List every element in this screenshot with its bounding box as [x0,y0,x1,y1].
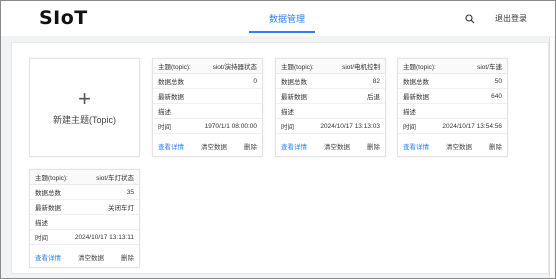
new-topic-label: 新建主题(Topic) [52,115,116,125]
topic-label: 主题(topic): [35,175,68,182]
tab-data-management[interactable]: 数据管理 [259,12,315,25]
topic-card: 主题(topic): siot/演持器状态 数据总数 0 最新数据 描述 时间 … [152,58,263,157]
topic-name: siot/电机控制 [342,64,380,71]
row-label: 时间 [281,124,294,131]
top-header: SIoT 数据管理 退出登录 [1,1,555,36]
topic-name: siot/车灯状态 [96,175,134,182]
row-data-count: 数据总数 50 [398,74,507,89]
new-topic-card[interactable]: + 新建主题(Topic) [29,58,140,157]
row-value: 0 [253,77,257,85]
row-label: 描述 [403,109,416,116]
clear-data-button[interactable]: 清空数据 [446,141,472,151]
card-actions: 查看详情 清空数据 删除 [153,134,262,158]
vertical-scrollbar[interactable] [549,37,554,277]
view-details-link[interactable]: 查看详情 [281,141,307,151]
row-label: 数据总数 [158,79,184,86]
delete-button[interactable]: 删除 [244,141,257,151]
row-label: 最新数据 [281,94,307,101]
view-details-link[interactable]: 查看详情 [35,252,61,262]
row-time: 时间 1970/1/1 08:00:00 [153,119,262,134]
row-value: 35 [126,188,134,196]
card-header: 主题(topic): siot/演持器状态 [153,59,262,74]
row-description: 描述 [30,215,139,230]
row-value: 1970/1/1 08:00:00 [204,122,257,130]
topic-card: 主题(topic): siot/车灯状态 数据总数 35 最新数据 关闭车灯 描… [29,169,140,268]
row-label: 最新数据 [403,94,429,101]
row-label: 时间 [158,124,171,131]
row-description: 描述 [153,104,262,119]
row-latest-data: 最新数据 [153,89,262,104]
siot-logo: SIoT [39,7,88,29]
topic-label: 主题(topic): [403,64,436,71]
row-label: 时间 [403,124,416,131]
topic-label: 主题(topic): [158,64,191,71]
row-data-count: 数据总数 0 [153,74,262,89]
row-value: 2024/10/17 13:13:11 [74,233,134,241]
row-latest-data: 最新数据 640 [398,89,507,104]
row-label: 最新数据 [35,205,61,212]
row-value: 82 [372,77,380,85]
row-value: 后退 [367,94,380,101]
delete-button[interactable]: 删除 [367,141,380,151]
view-details-link[interactable]: 查看详情 [158,141,184,151]
card-header: 主题(topic): siot/车速 [398,59,507,74]
row-time: 时间 2024/10/17 13:54:56 [398,119,507,134]
plus-icon: + [78,86,91,111]
card-header: 主题(topic): siot/电机控制 [276,59,385,74]
delete-button[interactable]: 删除 [489,141,502,151]
clear-data-button[interactable]: 清空数据 [78,252,104,262]
row-data-count: 数据总数 35 [30,185,139,200]
row-description: 描述 [276,104,385,119]
row-value: 2024/10/17 13:13:03 [320,122,380,130]
row-time: 时间 2024/10/17 13:13:11 [30,230,139,245]
row-label: 时间 [35,235,48,242]
card-actions: 查看详情 清空数据 删除 [398,134,507,158]
card-header: 主题(topic): siot/车灯状态 [30,170,139,185]
row-value: 640 [491,92,502,100]
row-latest-data: 最新数据 关闭车灯 [30,200,139,215]
topic-name: siot/演持器状态 [212,64,257,71]
app-window: SIoT 数据管理 退出登录 + 新建主题(Topic) 主题(topic): … [0,0,556,279]
row-label: 数据总数 [35,190,61,197]
search-icon[interactable] [465,14,475,24]
row-description: 描述 [398,104,507,119]
clear-data-button[interactable]: 清空数据 [324,141,350,151]
clear-data-button[interactable]: 清空数据 [201,141,227,151]
row-label: 数据总数 [281,79,307,86]
topic-card: 主题(topic): siot/车速 数据总数 50 最新数据 640 描述 时… [397,58,508,157]
logout-button[interactable]: 退出登录 [495,13,527,24]
row-label: 数据总数 [403,79,429,86]
topic-name: siot/车速 [477,64,502,71]
row-label: 描述 [158,109,171,116]
row-data-count: 数据总数 82 [276,74,385,89]
row-time: 时间 2024/10/17 13:13:03 [276,119,385,134]
row-label: 最新数据 [158,94,184,101]
card-actions: 查看详情 清空数据 删除 [276,134,385,158]
topic-label: 主题(topic): [281,64,314,71]
row-value: 50 [494,77,502,85]
delete-button[interactable]: 删除 [121,252,134,262]
topic-card: 主题(topic): siot/电机控制 数据总数 82 最新数据 后退 描述 … [275,58,386,157]
row-value: 关闭车灯 [108,205,134,212]
active-tab-indicator [249,31,315,33]
view-details-link[interactable]: 查看详情 [403,141,429,151]
card-actions: 查看详情 清空数据 删除 [30,245,139,269]
row-value: 2024/10/17 13:54:56 [442,122,502,130]
row-label: 描述 [281,109,294,116]
row-label: 描述 [35,220,48,227]
row-latest-data: 最新数据 后退 [276,89,385,104]
